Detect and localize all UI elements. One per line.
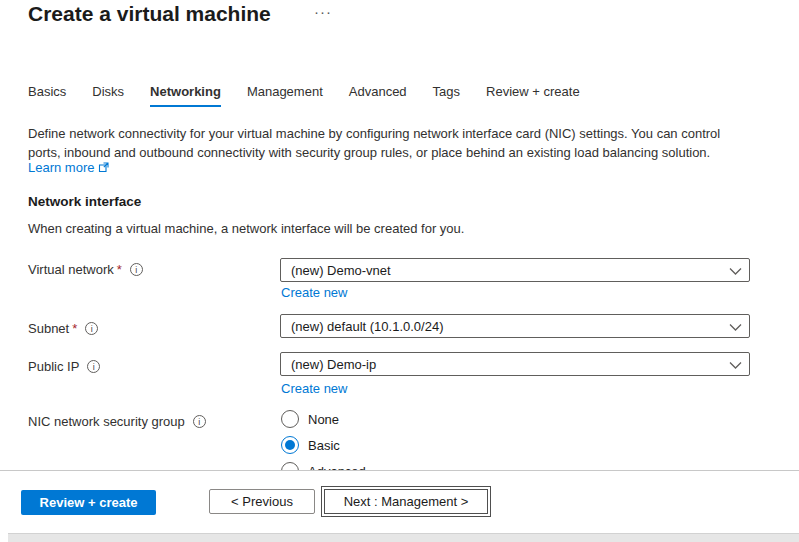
section-intro: When creating a virtual machine, a netwo… <box>28 221 464 236</box>
public-ip-label: Public IP i <box>28 359 100 374</box>
radio-label: Basic <box>308 438 340 453</box>
tab-basics[interactable]: Basics <box>28 84 66 107</box>
info-icon[interactable]: i <box>130 263 143 276</box>
more-options-button[interactable]: ··· <box>314 3 332 20</box>
tab-advanced[interactable]: Advanced <box>349 84 407 107</box>
chevron-down-icon <box>729 267 742 276</box>
nic-nsg-label: NIC network security group i <box>28 414 206 429</box>
radio-option-none[interactable]: None <box>281 410 366 428</box>
public-ip-label-text: Public IP <box>28 359 79 374</box>
nic-nsg-label-text: NIC network security group <box>28 414 185 429</box>
radio-label: None <box>308 412 339 427</box>
tab-networking[interactable]: Networking <box>150 84 221 107</box>
virtual-network-label-text: Virtual network <box>28 262 114 277</box>
info-icon[interactable]: i <box>85 322 98 335</box>
create-new-vnet-link[interactable]: Create new <box>281 285 347 300</box>
page-title: Create a virtual machine <box>28 2 271 26</box>
tab-disks[interactable]: Disks <box>92 84 124 107</box>
previous-button[interactable]: < Previous <box>209 489 315 514</box>
virtual-network-dropdown[interactable]: (new) Demo-vnet <box>280 258 750 282</box>
public-ip-dropdown[interactable]: (new) Demo-ip <box>280 352 750 376</box>
tab-review-create[interactable]: Review + create <box>486 84 580 107</box>
info-icon[interactable]: i <box>87 360 100 373</box>
public-ip-value: (new) Demo-ip <box>291 357 376 372</box>
required-asterisk: * <box>117 262 122 277</box>
tab-tags[interactable]: Tags <box>433 84 460 107</box>
review-create-button[interactable]: Review + create <box>21 490 156 515</box>
info-icon[interactable]: i <box>193 415 206 428</box>
chevron-down-icon <box>729 323 742 332</box>
subnet-value: (new) default (10.1.0.0/24) <box>291 319 443 334</box>
tab-management[interactable]: Management <box>247 84 323 107</box>
next-management-button[interactable]: Next : Management > <box>324 489 488 514</box>
required-asterisk: * <box>72 321 77 336</box>
next-button-focus-ring: Next : Management > <box>321 486 491 517</box>
learn-more-label: Learn more <box>28 160 94 175</box>
create-new-public-ip-link[interactable]: Create new <box>281 381 347 396</box>
subnet-dropdown[interactable]: (new) default (10.1.0.0/24) <box>280 314 750 338</box>
tab-bar: Basics Disks Networking Management Advan… <box>28 84 606 107</box>
subnet-label: Subnet* i <box>28 321 98 336</box>
bottom-scrollbar-track[interactable] <box>8 533 799 542</box>
subnet-label-text: Subnet <box>28 321 69 336</box>
chevron-down-icon <box>729 361 742 370</box>
radio-option-basic[interactable]: Basic <box>281 436 366 454</box>
external-link-icon <box>98 162 109 173</box>
virtual-network-value: (new) Demo-vnet <box>291 263 391 278</box>
radio-icon[interactable] <box>281 410 299 428</box>
section-heading: Network interface <box>28 194 141 209</box>
learn-more-link[interactable]: Learn more <box>28 160 109 175</box>
footer-bar: Review + create < Previous Next : Manage… <box>0 470 799 533</box>
virtual-network-label: Virtual network* i <box>28 262 143 277</box>
radio-icon-selected[interactable] <box>281 436 299 454</box>
tab-description: Define network connectivity for your vir… <box>28 124 756 162</box>
